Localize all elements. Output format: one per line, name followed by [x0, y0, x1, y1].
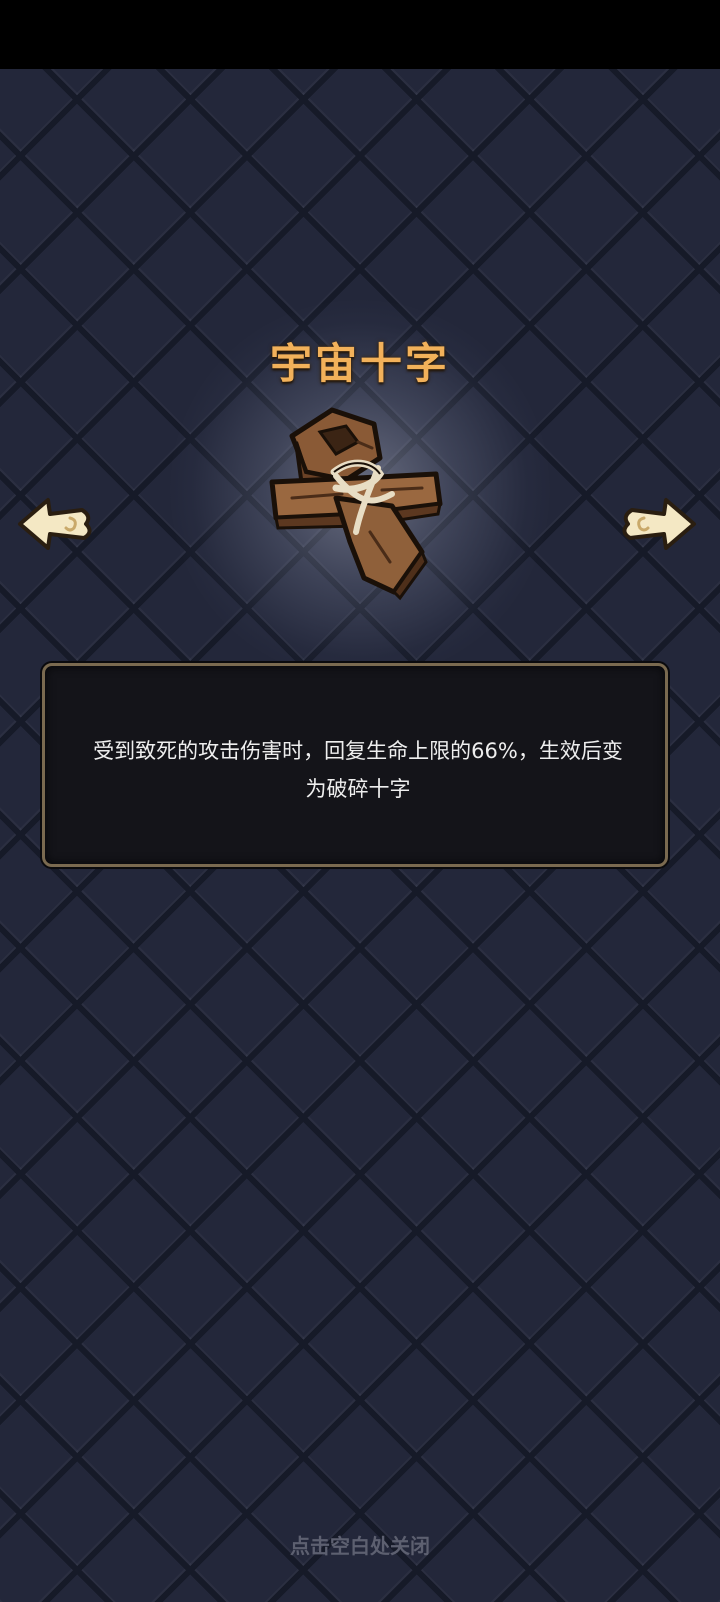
item-description: 受到致死的攻击伤害时，回复生命上限的66%，生效后变为破碎十字 [93, 739, 623, 801]
wooden-cross-icon [269, 407, 443, 601]
arrow-right-icon[interactable] [620, 494, 698, 554]
description-panel: 受到致死的攻击伤害时，回复生命上限的66%，生效后变为破碎十字 [42, 663, 668, 867]
status-bar [0, 0, 720, 69]
close-hint: 点击空白处关闭 [290, 1534, 430, 1558]
arrow-left-icon[interactable] [16, 494, 94, 554]
item-title: 宇宙十字 [269, 339, 450, 388]
